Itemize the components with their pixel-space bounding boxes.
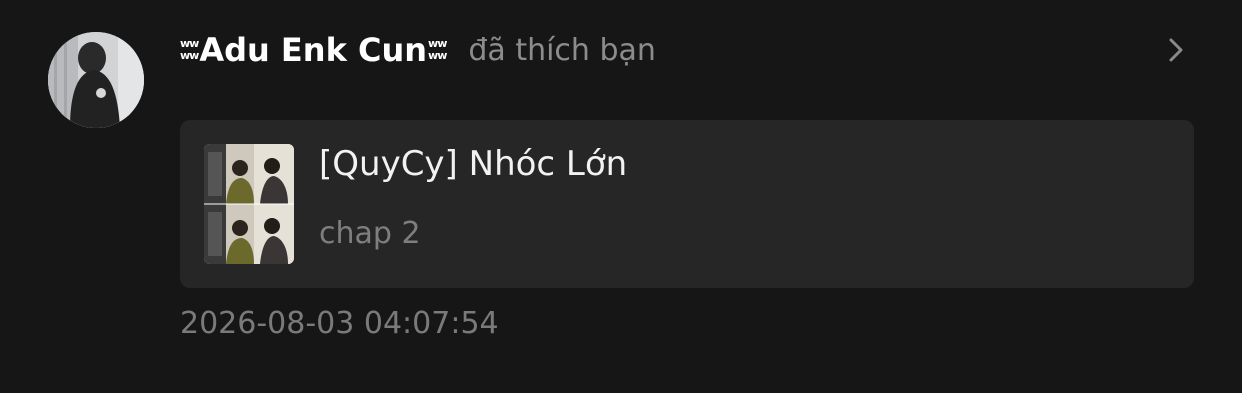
- story-thumbnail: [204, 144, 294, 264]
- story-title: [QuyCy] Nhóc Lớn: [319, 144, 628, 184]
- chapter-label: chap 2: [319, 216, 421, 251]
- username[interactable]: Adu Enk Cun: [199, 31, 427, 69]
- chevron-right-icon[interactable]: [1164, 36, 1190, 64]
- notification-header: ww ww Adu Enk Cun ww ww đã thích bạn: [180, 26, 656, 74]
- timestamp: 2026-08-03 04:07:54: [180, 306, 499, 341]
- avatar[interactable]: [48, 32, 144, 128]
- action-text: đã thích bạn: [468, 32, 656, 68]
- avatar-image: [48, 32, 144, 128]
- story-card[interactable]: [QuyCy] Nhóc Lớn chap 2: [180, 120, 1194, 288]
- notification-item[interactable]: ww ww Adu Enk Cun ww ww đã thích bạn [Qu…: [0, 0, 1242, 393]
- decoration-line: ww: [428, 49, 447, 62]
- username-decoration-right: ww ww: [428, 38, 447, 62]
- decoration-line: ww: [180, 49, 199, 62]
- username-decoration-left: ww ww: [180, 38, 199, 62]
